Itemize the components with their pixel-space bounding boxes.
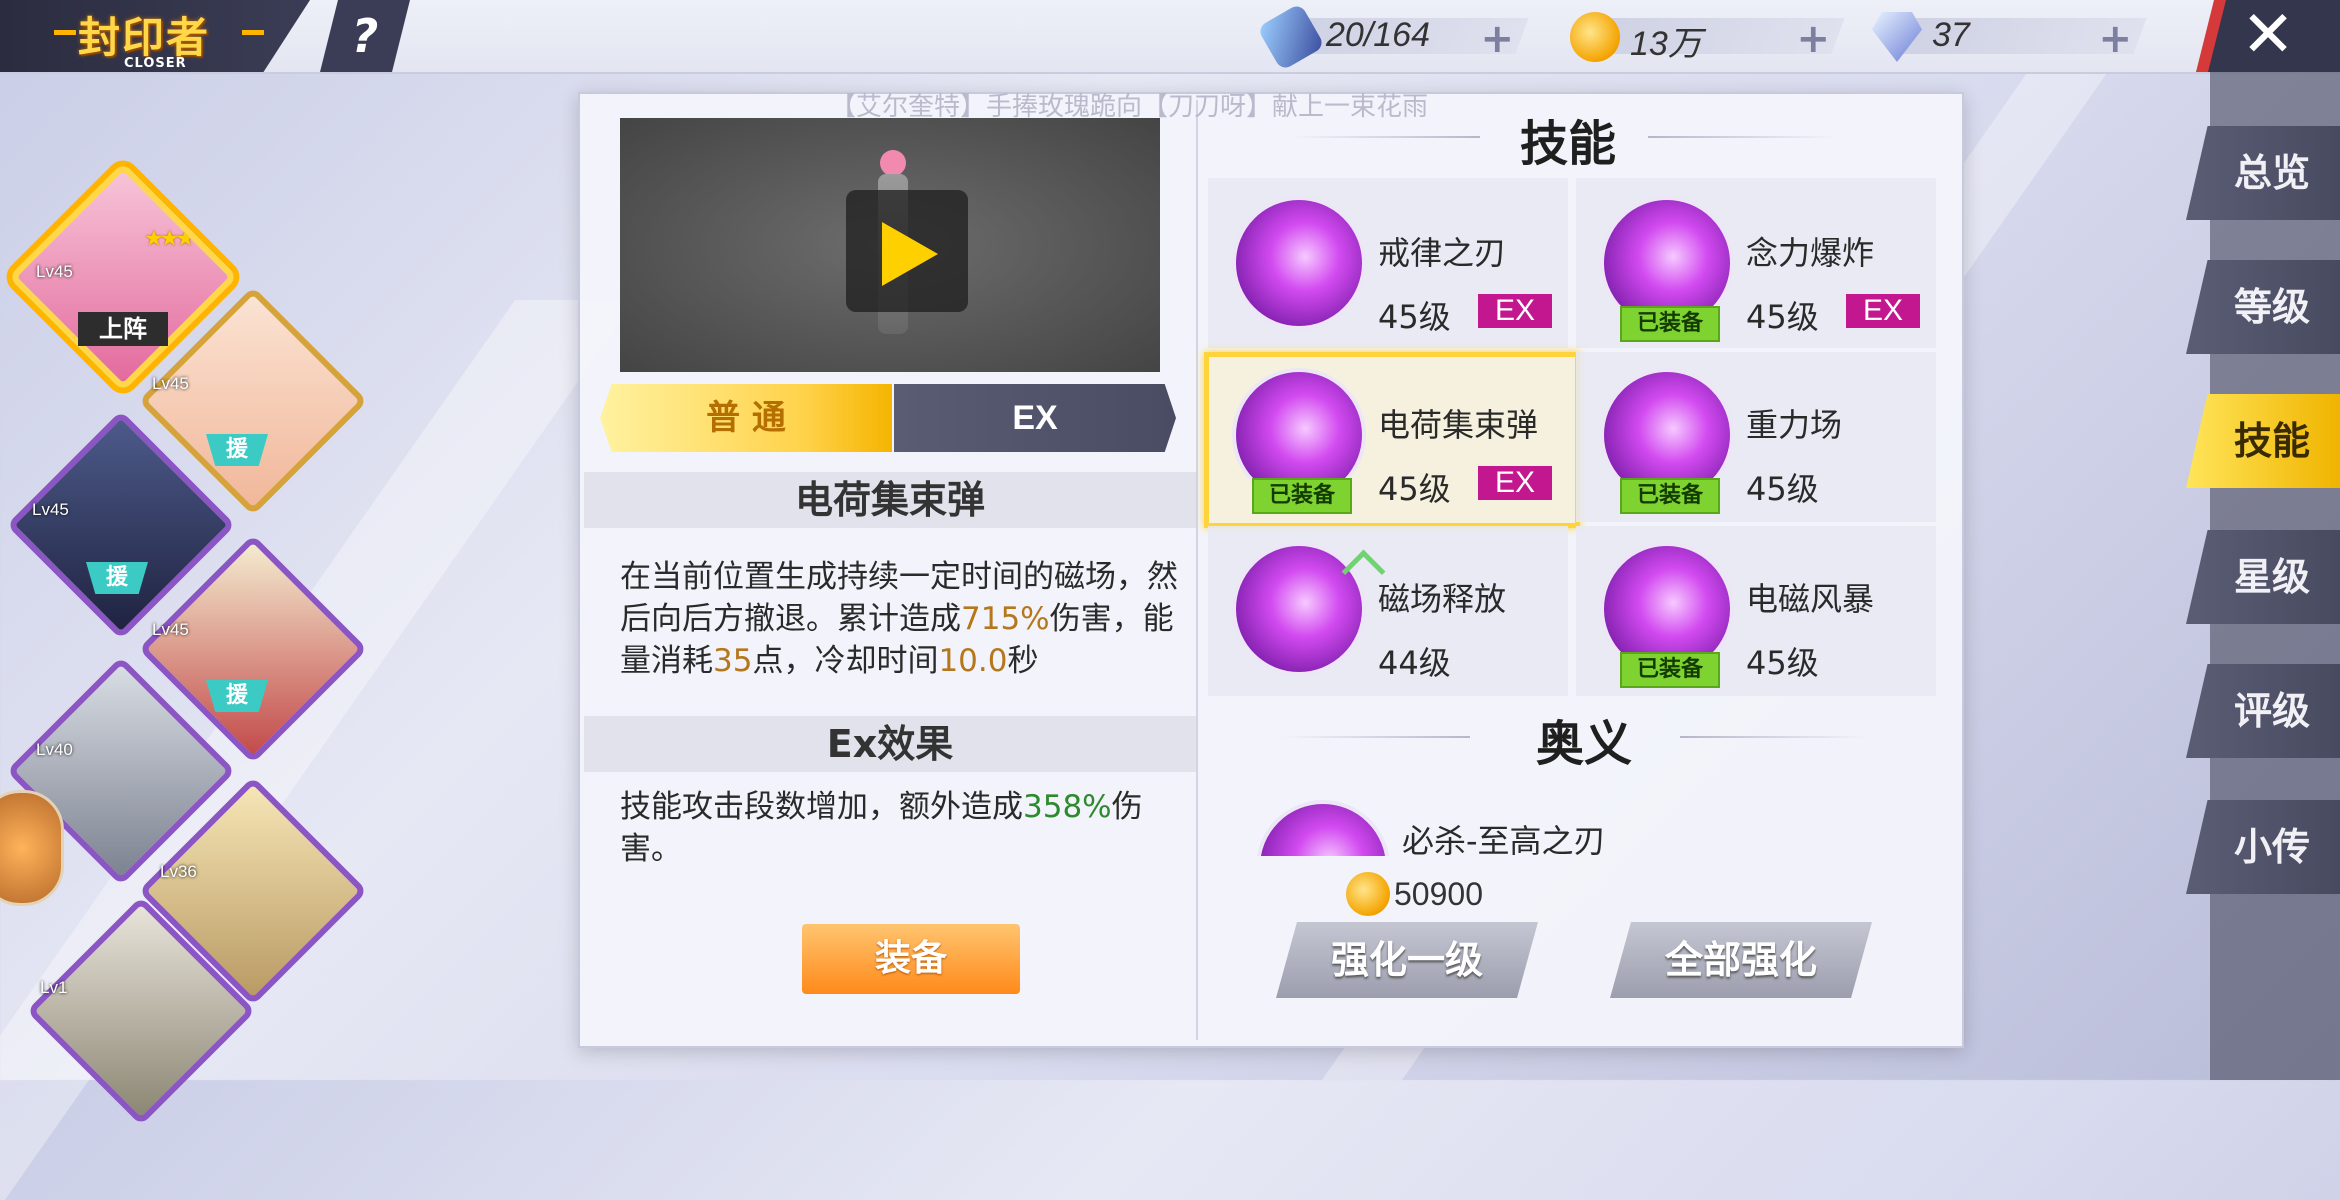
roster-level: Lv45 [36, 262, 73, 281]
skill-name: 电磁风暴 [1746, 580, 1875, 618]
character-preview-head [880, 150, 906, 176]
help-button[interactable]: ? [320, 0, 410, 72]
upgrade-cost: 50900 [1394, 876, 1483, 912]
ex-badge: EX [1478, 466, 1552, 500]
ex-badge: EX [1478, 294, 1552, 328]
upgrade-one-level-button[interactable]: 强化一级 [1276, 922, 1538, 998]
energy-canister-icon [1256, 2, 1326, 72]
skill-level: 45级 [1746, 644, 1819, 682]
diamond-icon [1872, 12, 1922, 62]
tab-skills[interactable]: 技能 [2186, 394, 2340, 488]
diamond-value: 37 [1932, 16, 1970, 54]
tab-stars[interactable]: 星级 [2186, 530, 2340, 624]
gold-resource: 13万 + [1570, 12, 1845, 63]
skill-name: 磁场释放 [1378, 580, 1507, 618]
equipped-badge: 已装备 [1252, 478, 1352, 514]
skill-level: 44级 [1378, 644, 1451, 682]
skill-description: 在当前位置生成持续一定时间的磁场，然后向后方撤退。累计造成715%伤害，能量消耗… [620, 559, 1178, 679]
title-deco-line [1648, 136, 1838, 138]
tab-level[interactable]: 等级 [2186, 260, 2340, 354]
roster-level: Lv45 [152, 374, 189, 393]
skill-level: 45级 [1746, 470, 1819, 508]
roster-level: Lv1 [40, 978, 68, 997]
skills-section-title: 技能 [1520, 116, 1617, 172]
treasure-chest-icon[interactable] [0, 790, 64, 906]
roster-level: Lv40 [36, 740, 73, 759]
energy-value: 20/164 [1326, 16, 1430, 54]
upgrade-all-button[interactable]: 全部强化 [1610, 922, 1872, 998]
skill-level: 45级 [1378, 470, 1451, 508]
title-deco-line [1680, 736, 1870, 738]
ultimate-section-title: 奥义 [1536, 716, 1633, 772]
energy-resource: 20/164 + [1256, 2, 1529, 72]
play-icon [882, 222, 938, 286]
top-bar: 封印者 CLOSER ? 20/164 + 13万 + 37 + ✕ [0, 0, 2340, 74]
skill-icon-magnetic-release [1232, 542, 1366, 676]
add-energy-button[interactable]: + [1480, 16, 1514, 62]
assist-badge: 援 [86, 562, 148, 594]
tab-overview[interactable]: 总览 [2186, 126, 2340, 220]
assist-badge: 援 [206, 680, 268, 712]
ultimate-skill-name: 必杀-至高之刃 [1402, 822, 1606, 860]
logo-subtitle: CLOSER [124, 56, 187, 71]
equip-button[interactable]: 装备 [802, 924, 1020, 994]
tab-ex-mode[interactable]: EX [894, 384, 1176, 452]
skill-level: 45级 [1746, 298, 1819, 336]
roster-level: Lv45 [32, 500, 69, 519]
star-rating-icon: ★★★ [144, 226, 192, 252]
tab-biography[interactable]: 小传 [2186, 800, 2340, 894]
skill-icon-supreme-blade [1256, 800, 1390, 856]
equipped-badge: 已装备 [1620, 306, 1720, 342]
ex-effect-title: Ex效果 [584, 716, 1196, 772]
tab-normal-mode[interactable]: 普 通 [600, 384, 892, 452]
game-logo: 封印者 CLOSER [0, 0, 310, 72]
gold-coin-icon [1570, 12, 1620, 62]
assist-badge: 援 [206, 434, 268, 466]
roster-level: Lv45 [152, 620, 189, 639]
skill-icon-discipline-blade [1232, 196, 1366, 330]
skill-title: 电荷集束弹 [584, 472, 1196, 528]
add-diamond-button[interactable]: + [2098, 16, 2132, 62]
skill-level: 45级 [1378, 298, 1451, 336]
title-deco-line [1290, 136, 1480, 138]
ultimate-skill-card[interactable] [1256, 800, 1390, 856]
roster-level: Lv36 [160, 862, 197, 881]
deployed-badge: 上阵 [78, 312, 168, 346]
title-deco-line [1280, 736, 1470, 738]
ex-effect-description: 技能攻击段数增加，额外造成358%伤害。 [620, 789, 1143, 867]
skill-name: 戒律之刃 [1378, 234, 1507, 272]
add-gold-button[interactable]: + [1796, 16, 1830, 62]
skill-name: 重力场 [1746, 406, 1843, 444]
gold-coin-icon [1346, 872, 1390, 916]
diamond-resource: 37 + [1872, 12, 2147, 62]
gold-value: 13万 [1630, 25, 1702, 63]
skill-name: 电荷集束弹 [1378, 406, 1539, 444]
equipped-badge: 已装备 [1620, 478, 1720, 514]
skill-name: 念力爆炸 [1746, 234, 1875, 272]
panel-divider [1196, 100, 1198, 1040]
ex-badge: EX [1846, 294, 1920, 328]
equipped-badge: 已装备 [1620, 652, 1720, 688]
tab-rating[interactable]: 评级 [2186, 664, 2340, 758]
